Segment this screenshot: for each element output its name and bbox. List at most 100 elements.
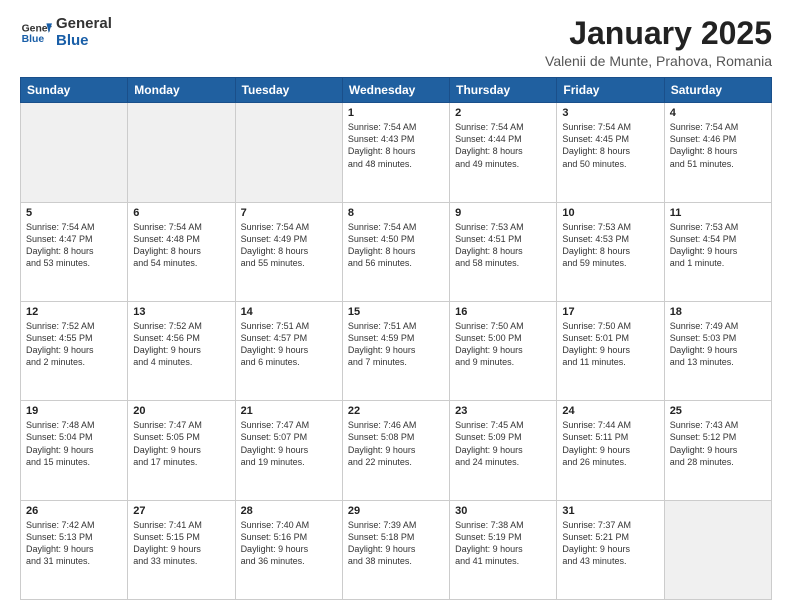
day-number: 1 [348,107,444,119]
header-monday: Monday [128,78,235,103]
day-number: 23 [455,405,551,417]
calendar-cell: 13Sunrise: 7:52 AM Sunset: 4:56 PM Dayli… [128,301,235,400]
day-number: 29 [348,505,444,517]
day-number: 19 [26,405,122,417]
day-info: Sunrise: 7:46 AM Sunset: 5:08 PM Dayligh… [348,419,444,468]
calendar-cell: 18 Sunrise: 7:49 AM Sunset: 5:03 PM Dayli… [664,301,771,400]
calendar-cell: 31 Sunrise: 7:37 AM Sunset: 5:21 PM Dayli… [557,500,664,599]
day-number: 11 [670,207,766,219]
day-info: Sunrise: 7:47 AM Sunset: 5:05 PM Dayligh… [133,419,229,468]
day-info: Sunrise: 7:43 AM Sunset: 5:12 PM Dayligh… [670,419,766,468]
day-info: Sunrise: 7:52 AM Sunset: 4:55 PM Dayligh… [26,320,122,369]
title-section: January 2025 Valenii de Munte, Prahova, … [545,16,772,69]
header-thursday: Thursday [450,78,557,103]
calendar-cell: 1 Sunrise: 7:54 AM Sunset: 4:43 PM Daylig… [342,103,449,202]
calendar-cell: 24 Sunrise: 7:44 AM Sunset: 5:11 PM Dayli… [557,401,664,500]
header-friday: Friday [557,78,664,103]
day-number: 9 [455,207,551,219]
header-tuesday: Tuesday [235,78,342,103]
calendar-cell: 15 Sunrise: 7:51 AM Sunset: 4:59 PM Dayli… [342,301,449,400]
logo-line1: General [56,16,112,33]
day-info: Sunrise: 7:52 AM Sunset: 4:56 PM Dayligh… [133,320,229,369]
day-number: 31 [562,505,658,517]
calendar-cell: 19Sunrise: 7:48 AM Sunset: 5:04 PM Dayli… [21,401,128,500]
calendar-cell: 30Sunrise: 7:38 AM Sunset: 5:19 PM Dayli… [450,500,557,599]
header-sunday: Sunday [21,78,128,103]
calendar-cell: 26Sunrise: 7:42 AM Sunset: 5:13 PM Dayli… [21,500,128,599]
logo: General Blue General Blue [20,16,112,49]
calendar-cell: 23 Sunrise: 7:45 AM Sunset: 5:09 PM Dayli… [450,401,557,500]
calendar-header-row: Sunday Monday Tuesday Wednesday Thursday… [21,78,772,103]
calendar-cell: 17Sunrise: 7:50 AM Sunset: 5:01 PM Dayli… [557,301,664,400]
svg-text:Blue: Blue [22,33,45,44]
calendar-cell: 12Sunrise: 7:52 AM Sunset: 4:55 PM Dayli… [21,301,128,400]
calendar-cell [664,500,771,599]
day-number: 21 [241,405,337,417]
day-info: Sunrise: 7:51 AM Sunset: 4:57 PM Dayligh… [241,320,337,369]
location-subtitle: Valenii de Munte, Prahova, Romania [545,53,772,69]
calendar-cell: 22 Sunrise: 7:46 AM Sunset: 5:08 PM Dayli… [342,401,449,500]
day-info: Sunrise: 7:53 AM Sunset: 4:51 PM Dayligh… [455,221,551,270]
day-number: 28 [241,505,337,517]
day-number: 7 [241,207,337,219]
day-info: Sunrise: 7:54 AM Sunset: 4:45 PM Dayligh… [562,121,658,170]
calendar-cell: 28Sunrise: 7:40 AM Sunset: 5:16 PM Dayli… [235,500,342,599]
logo-icon: General Blue [20,17,52,49]
day-number: 2 [455,107,551,119]
day-number: 30 [455,505,551,517]
day-number: 3 [562,107,658,119]
calendar-cell: 27 Sunrise: 7:41 AM Sunset: 5:15 PM Dayli… [128,500,235,599]
calendar-cell: 11 Sunrise: 7:53 AM Sunset: 4:54 PM Dayli… [664,202,771,301]
day-number: 20 [133,405,229,417]
calendar-cell: 8Sunrise: 7:54 AM Sunset: 4:50 PM Daylig… [342,202,449,301]
calendar-week-row: 5 Sunrise: 7:54 AM Sunset: 4:47 PM Daylig… [21,202,772,301]
calendar-cell: 25Sunrise: 7:43 AM Sunset: 5:12 PM Dayli… [664,401,771,500]
calendar-cell: 2Sunrise: 7:54 AM Sunset: 4:44 PM Daylig… [450,103,557,202]
day-info: Sunrise: 7:54 AM Sunset: 4:47 PM Dayligh… [26,221,122,270]
calendar-cell [21,103,128,202]
day-number: 5 [26,207,122,219]
calendar-week-row: 19Sunrise: 7:48 AM Sunset: 5:04 PM Dayli… [21,401,772,500]
day-info: Sunrise: 7:50 AM Sunset: 5:01 PM Dayligh… [562,320,658,369]
header-saturday: Saturday [664,78,771,103]
calendar-cell: 16Sunrise: 7:50 AM Sunset: 5:00 PM Dayli… [450,301,557,400]
header-wednesday: Wednesday [342,78,449,103]
day-info: Sunrise: 7:54 AM Sunset: 4:46 PM Dayligh… [670,121,766,170]
calendar-cell: 6 Sunrise: 7:54 AM Sunset: 4:48 PM Daylig… [128,202,235,301]
calendar-cell: 3 Sunrise: 7:54 AM Sunset: 4:45 PM Daylig… [557,103,664,202]
day-info: Sunrise: 7:45 AM Sunset: 5:09 PM Dayligh… [455,419,551,468]
calendar-cell: 14 Sunrise: 7:51 AM Sunset: 4:57 PM Dayli… [235,301,342,400]
calendar-week-row: 1 Sunrise: 7:54 AM Sunset: 4:43 PM Daylig… [21,103,772,202]
day-info: Sunrise: 7:44 AM Sunset: 5:11 PM Dayligh… [562,419,658,468]
calendar-cell: 10 Sunrise: 7:53 AM Sunset: 4:53 PM Dayli… [557,202,664,301]
calendar-cell: 9 Sunrise: 7:53 AM Sunset: 4:51 PM Daylig… [450,202,557,301]
day-number: 27 [133,505,229,517]
calendar-cell [235,103,342,202]
top-section: General Blue General Blue January 2025 V… [20,16,772,69]
day-info: Sunrise: 7:51 AM Sunset: 4:59 PM Dayligh… [348,320,444,369]
day-number: 24 [562,405,658,417]
day-info: Sunrise: 7:54 AM Sunset: 4:49 PM Dayligh… [241,221,337,270]
calendar-week-row: 26Sunrise: 7:42 AM Sunset: 5:13 PM Dayli… [21,500,772,599]
day-number: 26 [26,505,122,517]
calendar: Sunday Monday Tuesday Wednesday Thursday… [20,77,772,600]
day-info: Sunrise: 7:53 AM Sunset: 4:54 PM Dayligh… [670,221,766,270]
day-info: Sunrise: 7:49 AM Sunset: 5:03 PM Dayligh… [670,320,766,369]
calendar-week-row: 12Sunrise: 7:52 AM Sunset: 4:55 PM Dayli… [21,301,772,400]
day-info: Sunrise: 7:41 AM Sunset: 5:15 PM Dayligh… [133,519,229,568]
month-title: January 2025 [545,16,772,51]
calendar-cell: 5 Sunrise: 7:54 AM Sunset: 4:47 PM Daylig… [21,202,128,301]
day-number: 22 [348,405,444,417]
day-info: Sunrise: 7:37 AM Sunset: 5:21 PM Dayligh… [562,519,658,568]
day-number: 10 [562,207,658,219]
day-info: Sunrise: 7:50 AM Sunset: 5:00 PM Dayligh… [455,320,551,369]
day-number: 18 [670,306,766,318]
day-info: Sunrise: 7:53 AM Sunset: 4:53 PM Dayligh… [562,221,658,270]
day-number: 6 [133,207,229,219]
day-number: 14 [241,306,337,318]
calendar-cell: 20 Sunrise: 7:47 AM Sunset: 5:05 PM Dayli… [128,401,235,500]
day-number: 15 [348,306,444,318]
day-info: Sunrise: 7:54 AM Sunset: 4:48 PM Dayligh… [133,221,229,270]
day-info: Sunrise: 7:54 AM Sunset: 4:43 PM Dayligh… [348,121,444,170]
calendar-cell: 7 Sunrise: 7:54 AM Sunset: 4:49 PM Daylig… [235,202,342,301]
